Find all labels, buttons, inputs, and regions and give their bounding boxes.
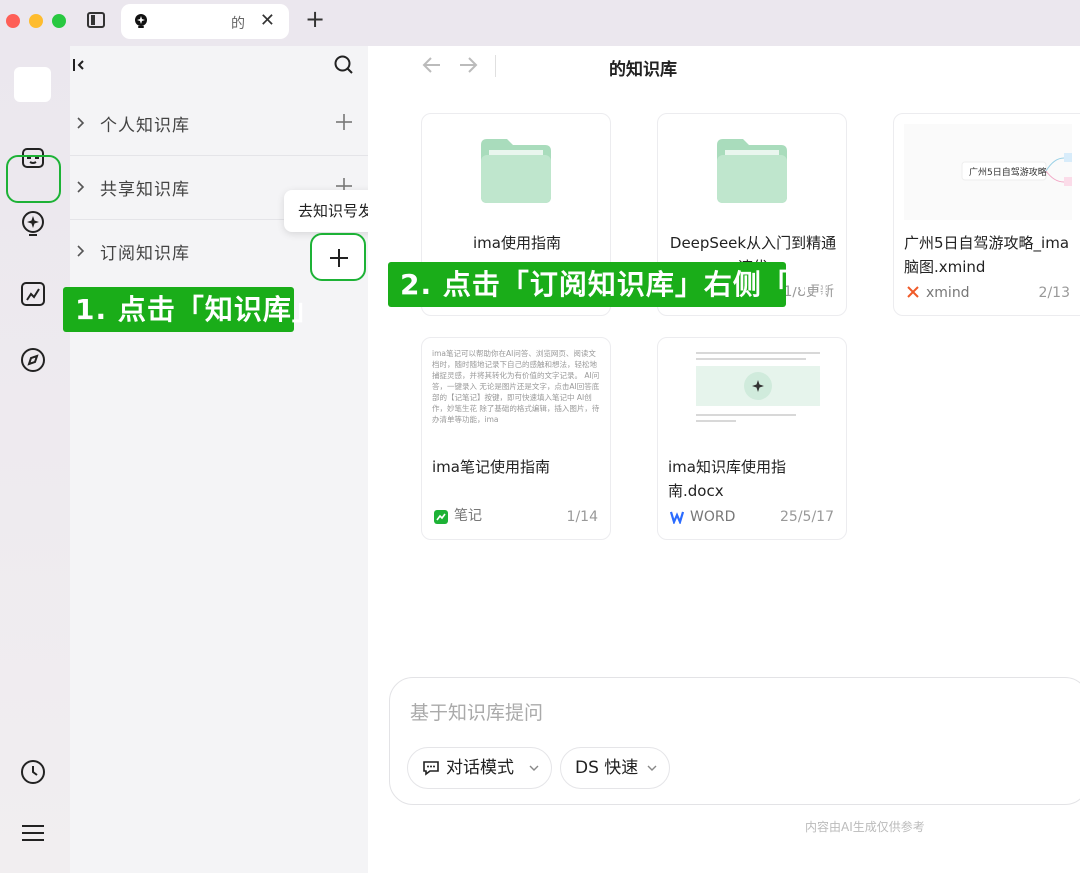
- mindmap-thumbnail: 广州5日自驾游攻略: [904, 124, 1072, 220]
- forward-arrow-icon[interactable]: [458, 55, 478, 75]
- chevron-right-icon: [77, 181, 85, 193]
- mindmap-root-text: 广州5日自驾游攻略: [969, 166, 1047, 178]
- ima-logo-icon: [135, 14, 147, 28]
- back-arrow-icon[interactable]: [422, 55, 442, 75]
- card-title: ima知识库使用指南.docx: [668, 458, 786, 500]
- chat-bubble-icon: [423, 761, 439, 776]
- search-icon[interactable]: [334, 55, 354, 75]
- title-bar: 的 ✕ +: [0, 0, 1080, 46]
- knowledge-base-highlight: [6, 155, 61, 203]
- card-file-type: xmind: [926, 285, 970, 301]
- close-icon[interactable]: ✕: [260, 10, 275, 31]
- history-icon[interactable]: [18, 757, 48, 787]
- browser-tab[interactable]: 的 ✕: [121, 4, 289, 39]
- card-title: ima笔记使用指南: [432, 458, 550, 476]
- mode-label: 对话模式: [446, 758, 514, 778]
- add-icon[interactable]: [335, 113, 353, 131]
- chevron-right-icon: [77, 245, 85, 257]
- ai-disclaimer: 内容由AI生成仅供参考: [805, 820, 925, 834]
- card-title: 广州5日自驾游攻略_ima脑图.xmind: [904, 234, 1070, 276]
- divider: [495, 55, 496, 77]
- chevron-down-icon: [529, 765, 539, 771]
- folder-icon: [717, 139, 787, 203]
- notes-icon[interactable]: [18, 279, 48, 309]
- new-tab-button[interactable]: +: [305, 6, 325, 32]
- sidebar-toggle-icon[interactable]: [87, 12, 105, 28]
- sidebar-item-label: 订阅知识库: [100, 244, 190, 264]
- collapse-sidebar-icon[interactable]: [72, 57, 88, 73]
- step2-callout: 2. 点击「订阅知识库」右侧「+」: [388, 262, 843, 307]
- note-preview: ima笔记可以帮助你在AI问答、浏览网页、阅读文档时，随时随地记录下自己的感触和…: [432, 349, 600, 424]
- compass-icon[interactable]: [18, 345, 48, 375]
- chevron-right-icon: [77, 117, 85, 129]
- tab-title: 的: [231, 16, 245, 32]
- sidebar-item-personal[interactable]: 个人知识库: [70, 92, 368, 156]
- xmind-icon: [907, 286, 919, 298]
- card-date: 1/14: [566, 509, 598, 525]
- model-label: DS 快速: [575, 758, 639, 778]
- question-input[interactable]: 基于知识库提问: [410, 698, 543, 725]
- kb-card-kb-guide-docx[interactable]: ima知识库使用指南.docx WORD 25/5/17: [657, 337, 847, 540]
- maximize-window-button[interactable]: [52, 14, 66, 28]
- close-window-button[interactable]: [6, 14, 20, 28]
- doc-thumbnail: [668, 348, 836, 444]
- avatar[interactable]: [14, 67, 51, 102]
- card-date: 2/13: [1038, 285, 1070, 301]
- model-select[interactable]: DS 快速: [560, 747, 670, 789]
- chevron-down-icon: [647, 765, 657, 771]
- step1-callout: 1. 点击「知识库」: [63, 287, 320, 332]
- sidebar-item-label: 个人知识库: [100, 116, 190, 136]
- word-icon: [670, 511, 684, 524]
- card-title: ima使用指南: [473, 234, 561, 252]
- menu-icon[interactable]: [18, 818, 48, 848]
- knowledge-base-icon[interactable]: [18, 209, 48, 239]
- minimize-window-button[interactable]: [29, 14, 43, 28]
- sidebar-item-label: 共享知识库: [100, 180, 190, 200]
- kb-card-notes-guide[interactable]: ima笔记可以帮助你在AI问答、浏览网页、阅读文档时，随时随地记录下自己的感触和…: [421, 337, 611, 540]
- mode-select[interactable]: 对话模式: [407, 747, 552, 789]
- card-file-type: 笔记: [454, 508, 482, 524]
- kb-card-guangzhou-xmind[interactable]: 广州5日自驾游攻略 广州5日自驾游攻略_ima脑图.xmind xmind 2/…: [893, 113, 1080, 316]
- note-icon: [434, 510, 448, 524]
- folder-icon: [481, 139, 551, 203]
- card-date: 25/5/17: [780, 509, 834, 525]
- card-file-type: WORD: [690, 509, 736, 525]
- page-title: 的知识库: [609, 60, 677, 80]
- question-box[interactable]: 基于知识库提问 对话模式 DS 快速: [389, 677, 1080, 805]
- add-subscribed-kb-button[interactable]: [310, 233, 366, 281]
- plus-icon: [330, 249, 348, 267]
